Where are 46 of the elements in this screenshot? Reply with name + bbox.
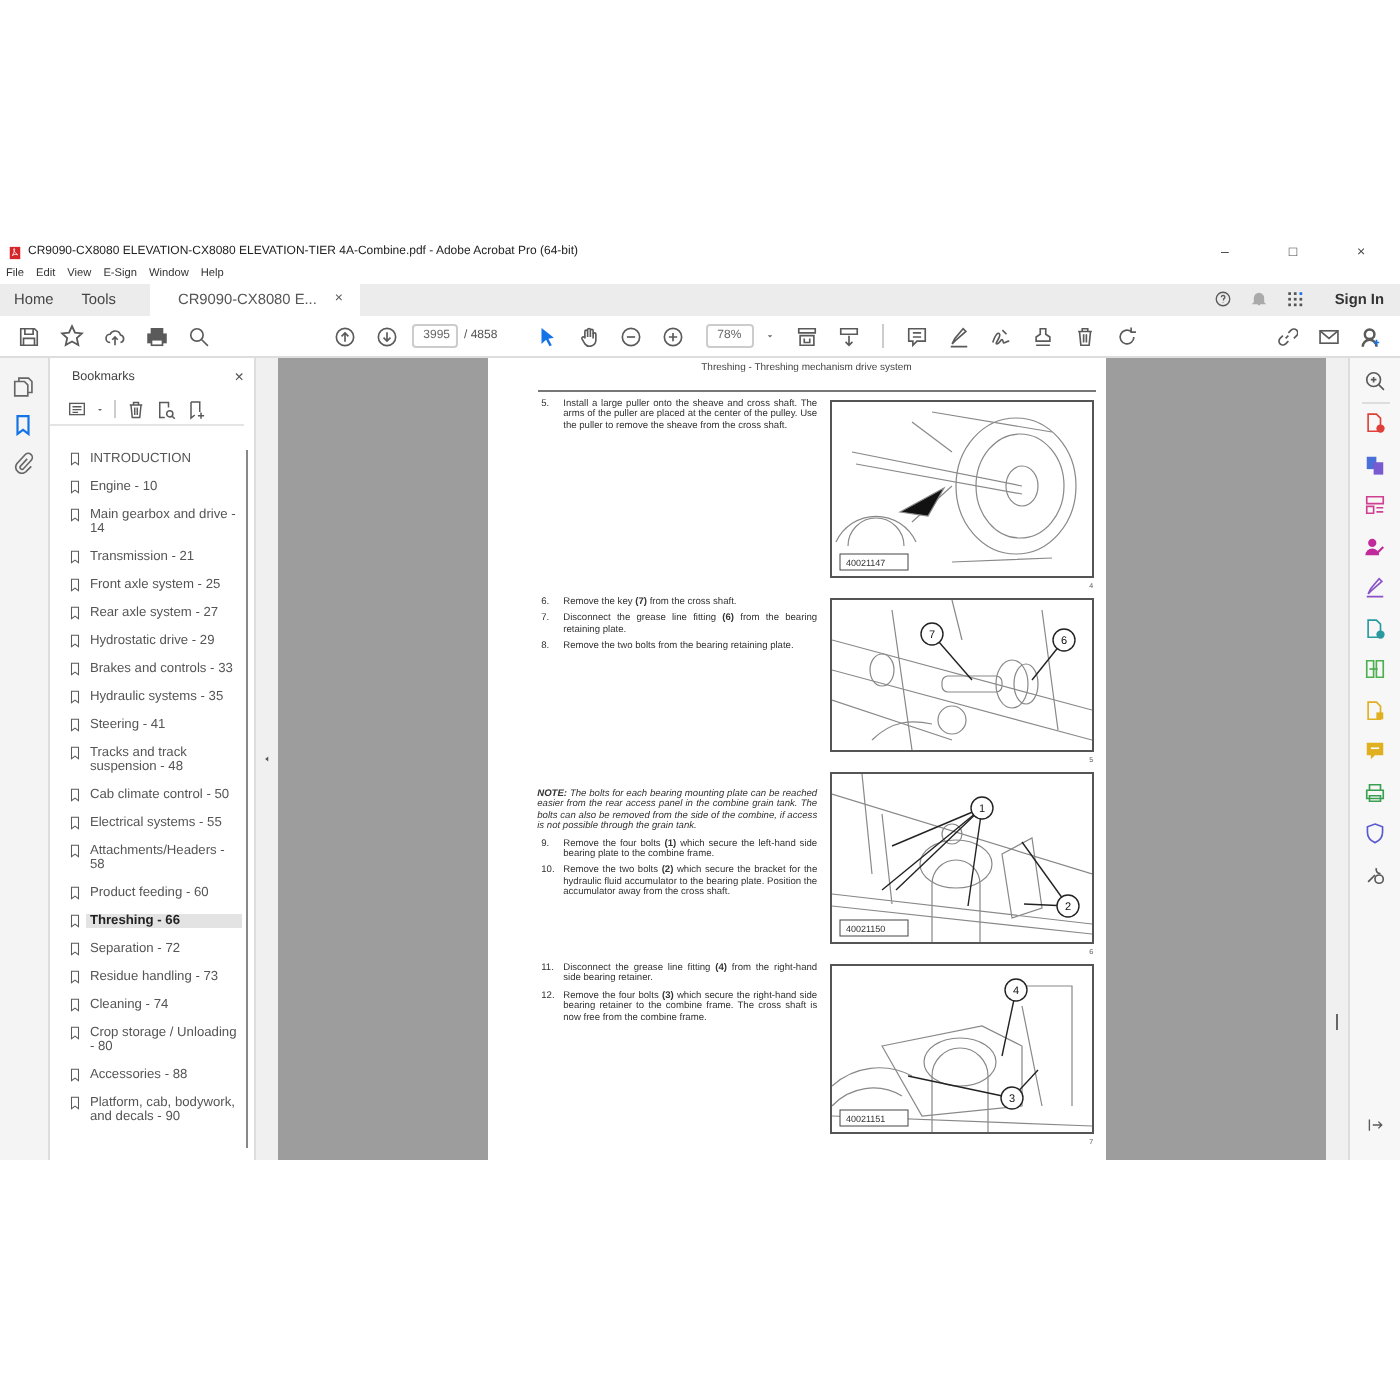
zoom-icon[interactable] bbox=[1364, 370, 1387, 392]
pen-icon[interactable] bbox=[1364, 576, 1387, 598]
document-plus-icon[interactable] bbox=[1364, 412, 1387, 434]
cloud-upload-icon[interactable] bbox=[104, 325, 126, 348]
printer-icon[interactable] bbox=[146, 325, 168, 348]
split-document-icon[interactable] bbox=[1364, 658, 1387, 680]
options-icon[interactable] bbox=[67, 400, 86, 418]
documents-icon[interactable] bbox=[1364, 453, 1387, 475]
help-icon[interactable] bbox=[1214, 290, 1233, 309]
expand-panel-icon[interactable] bbox=[1366, 1115, 1385, 1133]
pages-icon[interactable] bbox=[12, 376, 35, 398]
document-export-icon[interactable] bbox=[1364, 617, 1387, 639]
pdf-file-icon bbox=[8, 245, 22, 260]
link-icon[interactable] bbox=[1276, 325, 1298, 348]
save-icon[interactable] bbox=[18, 325, 40, 348]
zoom-out-icon[interactable] bbox=[619, 325, 642, 348]
layout-icon[interactable] bbox=[1364, 494, 1387, 516]
paperclip-icon[interactable] bbox=[12, 452, 35, 474]
apps-grid-icon[interactable] bbox=[1286, 290, 1305, 309]
person-icon[interactable] bbox=[1364, 535, 1387, 557]
bookmark-icon[interactable] bbox=[12, 414, 35, 436]
next-page-icon[interactable] bbox=[376, 325, 398, 348]
trash-icon[interactable] bbox=[125, 399, 146, 419]
highlighter-icon[interactable] bbox=[947, 325, 970, 348]
comment-icon[interactable] bbox=[905, 325, 928, 348]
fit-page-icon[interactable] bbox=[795, 325, 818, 348]
bookmark-add-icon[interactable] bbox=[185, 399, 206, 419]
hand-icon[interactable] bbox=[577, 325, 600, 348]
star-icon[interactable] bbox=[60, 324, 84, 349]
mail-icon[interactable] bbox=[1318, 325, 1340, 348]
collapse-arrow-icon[interactable] bbox=[261, 754, 272, 764]
document-search-icon[interactable] bbox=[155, 399, 176, 419]
caret-icon[interactable] bbox=[763, 330, 776, 343]
add-person-icon[interactable] bbox=[1360, 325, 1382, 348]
search-icon[interactable] bbox=[188, 325, 210, 348]
stamp-icon[interactable] bbox=[1031, 325, 1054, 348]
trash-icon[interactable] bbox=[1073, 325, 1096, 348]
signature-icon[interactable] bbox=[989, 325, 1012, 348]
zoom-in-icon[interactable] bbox=[661, 325, 684, 348]
previous-page-icon[interactable] bbox=[334, 325, 356, 348]
scrollbar-thumb[interactable] bbox=[1336, 1014, 1339, 1030]
printer-icon[interactable] bbox=[1364, 781, 1387, 803]
rotate-icon[interactable] bbox=[1115, 325, 1138, 348]
close-panel-button[interactable]: × bbox=[234, 367, 244, 385]
scroll-mode-icon[interactable] bbox=[837, 325, 860, 348]
shield-icon[interactable] bbox=[1364, 822, 1387, 844]
